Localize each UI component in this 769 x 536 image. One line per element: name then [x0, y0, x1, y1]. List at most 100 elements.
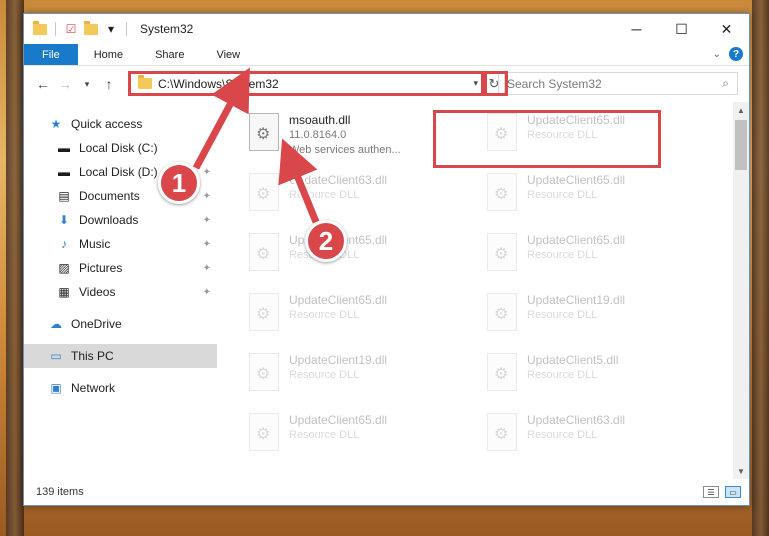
- customize-toolbar-icon[interactable]: ▾: [103, 21, 119, 37]
- file-item[interactable]: ⚙ UpdateClient65.dllResource DLL: [483, 170, 721, 230]
- download-icon: ⬇: [58, 213, 70, 227]
- network-icon: ▣: [50, 381, 62, 395]
- back-arrow-icon[interactable]: ←: [32, 76, 54, 92]
- sidebar-item-local-disk-c[interactable]: ▬ Local Disk (C:) ✦: [24, 136, 217, 160]
- file-name: UpdateClient65.dll: [289, 413, 388, 427]
- file-item[interactable]: ⚙ UpdateClient19.dll Resource DLL: [245, 350, 483, 410]
- file-name: UpdateClient5.dll: [527, 353, 619, 367]
- file-item[interactable]: ⚙ UpdateClient63.dll Resource DLL: [245, 170, 483, 230]
- pin-icon[interactable]: ✦: [203, 191, 211, 202]
- dll-file-icon: ⚙: [249, 233, 279, 271]
- file-description: Resource DLL: [289, 429, 360, 441]
- file-description: Web services authen...: [289, 144, 401, 156]
- tab-file[interactable]: File: [24, 44, 78, 65]
- tab-home[interactable]: Home: [78, 44, 139, 65]
- sidebar-item-label: Downloads: [79, 213, 139, 227]
- sidebar-item-network[interactable]: ▣ Network: [24, 376, 217, 400]
- sidebar-item-label: OneDrive: [71, 317, 122, 331]
- star-icon: ★: [50, 117, 62, 131]
- scroll-down-icon[interactable]: ▼: [733, 463, 749, 479]
- properties-icon[interactable]: ☑: [63, 21, 79, 37]
- pin-icon[interactable]: ✦: [203, 263, 211, 274]
- dll-file-icon: ⚙: [249, 113, 279, 151]
- file-item[interactable]: ⚙ UpdateClient19.dll Resource DLL: [483, 290, 721, 350]
- pictures-icon: ▨: [58, 261, 70, 275]
- drive-icon: ▬: [58, 141, 70, 155]
- minimize-button[interactable]: ─: [614, 14, 659, 44]
- dll-file-icon: ⚙: [249, 173, 279, 211]
- computer-icon: ▭: [50, 349, 62, 363]
- step-badge-2: 2: [305, 220, 347, 262]
- pin-icon[interactable]: ✦: [203, 215, 211, 226]
- separator: [55, 22, 56, 36]
- maximize-button[interactable]: ☐: [659, 14, 704, 44]
- sidebar-item-label: Pictures: [79, 261, 123, 275]
- vertical-scrollbar[interactable]: ▲ ▼: [733, 102, 749, 479]
- help-icon[interactable]: ?: [729, 47, 743, 61]
- dll-file-icon: ⚙: [487, 353, 517, 391]
- sidebar-item-music[interactable]: ♪ Music ✦: [24, 232, 217, 256]
- file-description: Resource DLL: [289, 309, 360, 321]
- file-name: UpdateClient19.dll: [527, 293, 626, 307]
- quick-access-toolbar: ☑ ▾: [24, 20, 130, 37]
- sidebar-item-quick-access[interactable]: ★ Quick access: [24, 112, 217, 136]
- pin-icon[interactable]: ✦: [203, 287, 211, 298]
- file-item[interactable]: ⚙ UpdateClient65.dllResource DLL: [483, 230, 721, 290]
- videos-icon: ▦: [58, 285, 70, 299]
- item-count: 139 items: [36, 486, 84, 498]
- scroll-up-icon[interactable]: ▲: [733, 102, 749, 118]
- file-item[interactable]: ⚙ UpdateClient63.dll Resource DLL: [483, 410, 721, 470]
- content-area: ★ Quick access ▬ Local Disk (C:) ✦ ▬ Loc…: [24, 102, 749, 479]
- sidebar-item-pictures[interactable]: ▨ Pictures ✦: [24, 256, 217, 280]
- navigation-bar: ← → ▾ ↑ C:\Windows\System32 ▾ ↻ Search S…: [24, 66, 749, 102]
- file-description: Resource DLL: [289, 189, 360, 201]
- large-icons-view-icon[interactable]: ▭: [725, 486, 741, 498]
- sidebar-item-this-pc[interactable]: ▭ This PC: [24, 344, 217, 368]
- sidebar-item-label: Local Disk (D:): [79, 165, 158, 179]
- file-item[interactable]: ⚙ UpdateClient65.dllResource DLL: [245, 290, 483, 350]
- file-item[interactable]: ⚙ UpdateClient65.dll Resource DLL: [245, 410, 483, 470]
- file-version: 11.0.8164.0: [289, 129, 347, 141]
- forward-arrow-icon[interactable]: →: [54, 76, 76, 92]
- close-button[interactable]: ✕: [704, 14, 749, 44]
- file-highlight-box: [433, 110, 661, 168]
- folder-icon[interactable]: [32, 20, 48, 37]
- cloud-icon: ☁: [50, 317, 62, 331]
- sidebar-item-label: Documents: [79, 189, 140, 203]
- music-icon: ♪: [61, 237, 67, 251]
- sidebar-item-label: Network: [71, 381, 116, 395]
- tab-share[interactable]: Share: [139, 44, 200, 65]
- dll-file-icon: ⚙: [487, 293, 517, 331]
- dll-file-icon: ⚙: [249, 413, 279, 451]
- expand-ribbon-icon[interactable]: ⌄: [713, 49, 721, 60]
- file-item[interactable]: ⚙ UpdateClient65.dllResource DLL: [245, 230, 483, 290]
- file-item[interactable]: ⚙ UpdateClient5.dll Resource DLL: [483, 350, 721, 410]
- sidebar-item-downloads[interactable]: ⬇ Downloads ✦: [24, 208, 217, 232]
- pin-icon[interactable]: ✦: [203, 239, 211, 250]
- explorer-window: ☑ ▾ System32 ─ ☐ ✕ File Home Share View …: [23, 13, 750, 506]
- file-description: Resource DLL: [527, 369, 598, 381]
- up-arrow-icon[interactable]: ↑: [98, 76, 120, 92]
- dll-file-icon: ⚙: [249, 353, 279, 391]
- ribbon-tabs: File Home Share View ⌄ ?: [24, 44, 749, 66]
- recent-locations-icon[interactable]: ▾: [76, 79, 98, 90]
- file-name: UpdateClient63.dll: [527, 413, 626, 427]
- search-input[interactable]: Search System32 ⌕: [498, 72, 738, 95]
- tab-view[interactable]: View: [200, 44, 256, 65]
- file-description: Resource DLL: [527, 309, 598, 321]
- sidebar-item-onedrive[interactable]: ☁ OneDrive: [24, 312, 217, 336]
- file-name: UpdateClient63.dll: [289, 173, 388, 187]
- file-description: Resource DLL: [527, 189, 598, 201]
- refresh-highlight-box: [484, 71, 508, 96]
- title-bar: ☑ ▾ System32 ─ ☐ ✕: [24, 14, 749, 44]
- details-view-icon[interactable]: ☰: [703, 486, 719, 498]
- sidebar-item-label: Local Disk (C:): [79, 141, 158, 155]
- pin-icon[interactable]: ✦: [203, 143, 211, 154]
- search-icon: ⌕: [722, 76, 729, 90]
- new-folder-icon[interactable]: [83, 20, 99, 37]
- sidebar-item-videos[interactable]: ▦ Videos ✦: [24, 280, 217, 304]
- drive-icon: ▬: [58, 165, 70, 179]
- pin-icon[interactable]: ✦: [203, 167, 211, 178]
- separator: [126, 22, 127, 36]
- scroll-thumb[interactable]: [735, 120, 747, 170]
